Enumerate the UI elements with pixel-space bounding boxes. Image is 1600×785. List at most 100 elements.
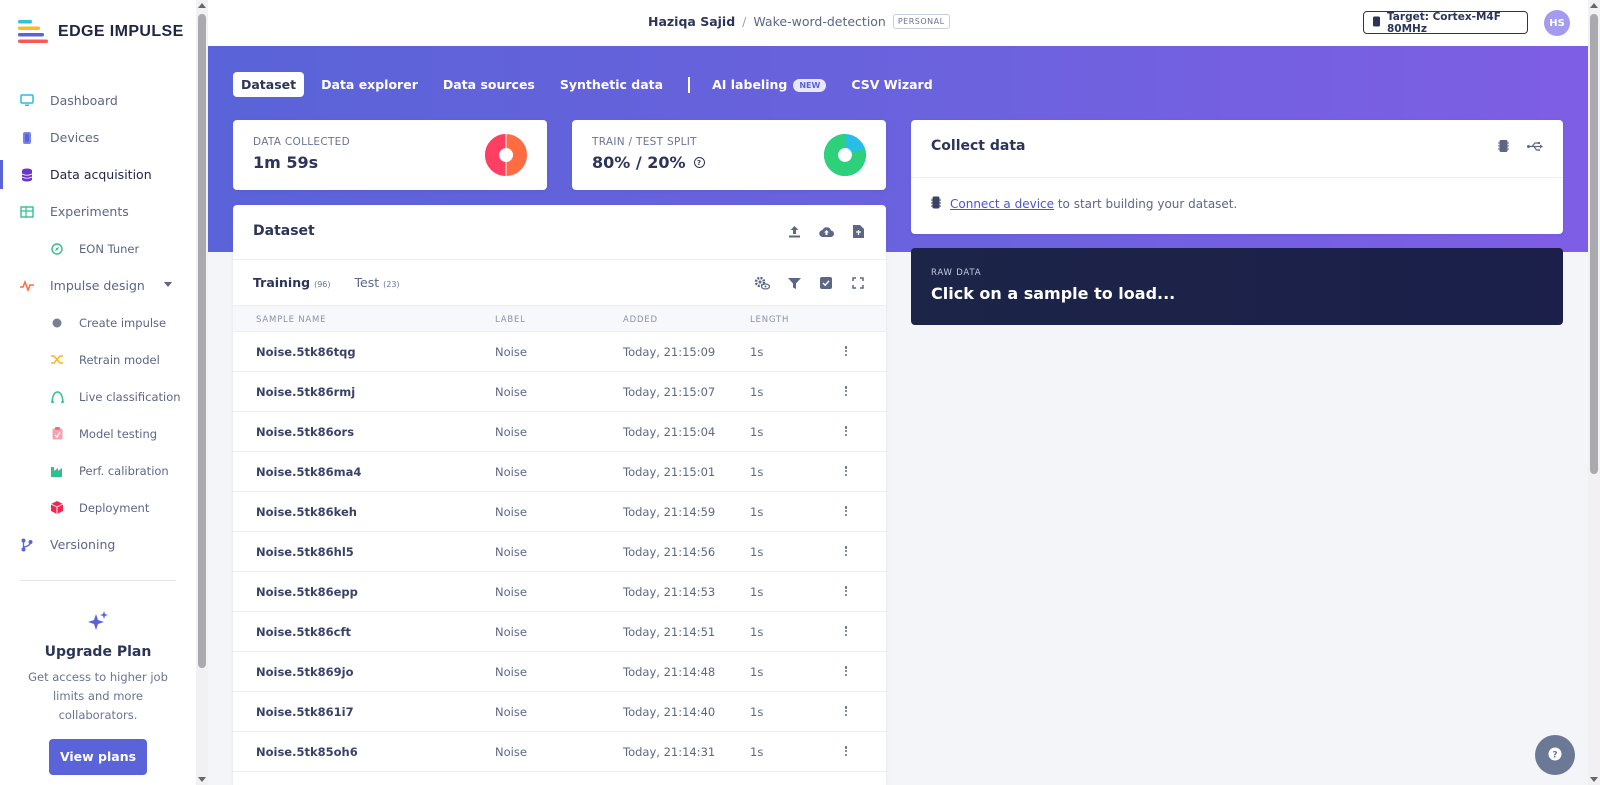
kebab-menu-icon[interactable] bbox=[841, 384, 851, 398]
tab-test[interactable]: Test (23) bbox=[355, 275, 400, 290]
table-row[interactable]: Noise.5tk86keh Noise Today, 21:14:59 1s bbox=[233, 492, 886, 532]
table-row[interactable]: Noise.5tk86cft Noise Today, 21:14:51 1s bbox=[233, 612, 886, 652]
chip-icon[interactable] bbox=[1495, 138, 1511, 154]
sidebar-item-devices[interactable]: Devices bbox=[0, 119, 196, 156]
sidebar-item-impulse-design[interactable]: Impulse design bbox=[0, 267, 196, 304]
dataset-tools bbox=[754, 275, 866, 291]
target-device-button[interactable]: Target: Cortex-M4F 80MHz bbox=[1363, 11, 1528, 35]
column-label[interactable]: LABEL bbox=[495, 315, 526, 325]
tab-data-explorer[interactable]: Data explorer bbox=[313, 72, 426, 97]
column-sample-name[interactable]: SAMPLE NAME bbox=[256, 315, 326, 325]
tab-data-sources[interactable]: Data sources bbox=[435, 72, 543, 97]
tab-ai-labeling[interactable]: AI labeling NEW bbox=[704, 72, 834, 97]
sample-name[interactable]: Noise.5tk86cft bbox=[256, 625, 351, 639]
sidebar-item-retrain-model[interactable]: Retrain model bbox=[0, 341, 196, 378]
main-scrollbar[interactable] bbox=[1588, 0, 1600, 785]
connect-device-link[interactable]: Connect a device bbox=[950, 197, 1054, 211]
personal-badge: PERSONAL bbox=[892, 14, 950, 29]
tab-label: Test bbox=[354, 275, 380, 290]
sidebar-item-label: Retrain model bbox=[79, 352, 160, 367]
sample-added: Today, 21:14:51 bbox=[623, 625, 716, 639]
kebab-menu-icon[interactable] bbox=[841, 424, 851, 438]
tab-training[interactable]: Training (96) bbox=[253, 275, 331, 290]
sidebar-item-perf-calibration[interactable]: Perf. calibration bbox=[0, 452, 196, 489]
tab-synthetic-data[interactable]: Synthetic data bbox=[552, 72, 671, 97]
raw-data-title: Click on a sample to load... bbox=[931, 284, 1176, 303]
filter-icon[interactable] bbox=[786, 275, 802, 291]
kebab-menu-icon[interactable] bbox=[841, 664, 851, 678]
sidebar-nav: Dashboard Devices Data acquisition Exper… bbox=[0, 82, 196, 563]
sample-length: 1s bbox=[750, 345, 764, 359]
sidebar-item-live-classification[interactable]: Live classification bbox=[0, 378, 196, 415]
kebab-menu-icon[interactable] bbox=[841, 744, 851, 758]
table-row[interactable]: Noise.5tk861i7 Noise Today, 21:14:40 1s bbox=[233, 692, 886, 732]
sample-name[interactable]: Noise.5tk861i7 bbox=[256, 705, 354, 719]
sidebar-item-experiments[interactable]: Experiments bbox=[0, 193, 196, 230]
sidebar-item-create-impulse[interactable]: Create impulse bbox=[0, 304, 196, 341]
table-row[interactable]: Noise.5tk85oh6 Noise Today, 21:14:31 1s bbox=[233, 732, 886, 772]
help-button[interactable]: ? bbox=[1535, 735, 1575, 775]
training-count: (96) bbox=[314, 280, 331, 289]
sample-name[interactable]: Noise.5tk869jo bbox=[256, 665, 353, 679]
file-export-icon[interactable] bbox=[850, 223, 866, 239]
avatar[interactable]: HS bbox=[1544, 10, 1570, 36]
table-row[interactable]: Noise.5tk86ma4 Noise Today, 21:15:01 1s bbox=[233, 452, 886, 492]
usb-icon[interactable] bbox=[1527, 138, 1543, 154]
train-test-split-donut bbox=[824, 134, 866, 176]
sidebar-item-label: EON Tuner bbox=[79, 241, 140, 256]
kebab-menu-icon[interactable] bbox=[841, 344, 851, 358]
cloud-upload-icon[interactable] bbox=[818, 223, 834, 239]
sidebar-item-versioning[interactable]: Versioning bbox=[0, 526, 196, 563]
settings-eye-icon[interactable] bbox=[754, 275, 770, 291]
table-row[interactable]: Noise.5tk86epp Noise Today, 21:14:53 1s bbox=[233, 572, 886, 612]
breadcrumb-project[interactable]: Wake-word-detection bbox=[753, 14, 885, 29]
sample-name[interactable]: Noise.5tk86ors bbox=[256, 425, 354, 439]
brand-logo[interactable]: EDGE IMPULSE bbox=[18, 20, 184, 44]
table-row[interactable]: Noise.5tk86ors Noise Today, 21:15:04 1s bbox=[233, 412, 886, 452]
sample-name[interactable]: Noise.5tk86ma4 bbox=[256, 465, 361, 479]
table-row[interactable]: Noise.5tk86rmj Noise Today, 21:15:07 1s bbox=[233, 372, 886, 412]
sample-name[interactable]: Noise.5tk86keh bbox=[256, 505, 357, 519]
table-row[interactable]: Noise.5tk86hl5 Noise Today, 21:14:56 1s bbox=[233, 532, 886, 572]
help-icon[interactable]: ? bbox=[693, 157, 705, 168]
scrollbar-thumb[interactable] bbox=[1590, 14, 1598, 474]
expand-icon[interactable] bbox=[850, 275, 866, 291]
sample-added: Today, 21:14:48 bbox=[623, 665, 716, 679]
sample-name[interactable]: Noise.5tk85oh6 bbox=[256, 745, 358, 759]
tab-csv-wizard[interactable]: CSV Wizard bbox=[843, 72, 940, 97]
sidebar-item-dashboard[interactable]: Dashboard bbox=[0, 82, 196, 119]
sidebar-item-eon-tuner[interactable]: EON Tuner bbox=[0, 230, 196, 267]
column-length[interactable]: LENGTH bbox=[750, 315, 789, 325]
kebab-menu-icon[interactable] bbox=[841, 584, 851, 598]
sidebar-item-data-acquisition[interactable]: Data acquisition bbox=[0, 156, 196, 193]
table-row[interactable]: Noise.5tk869jo Noise Today, 21:14:48 1s bbox=[233, 652, 886, 692]
sample-length: 1s bbox=[750, 425, 764, 439]
tab-dataset[interactable]: Dataset bbox=[233, 72, 305, 97]
sample-name[interactable]: Noise.5tk86rmj bbox=[256, 385, 355, 399]
sample-label: Noise bbox=[495, 665, 527, 679]
checkbox-select-icon[interactable] bbox=[818, 275, 834, 291]
sample-added: Today, 21:15:01 bbox=[623, 465, 716, 479]
chevron-down-icon[interactable] bbox=[164, 282, 172, 287]
sample-name[interactable]: Noise.5tk86epp bbox=[256, 585, 358, 599]
scroll-up-arrow-icon[interactable] bbox=[198, 3, 206, 8]
scroll-down-arrow-icon[interactable] bbox=[1590, 777, 1598, 782]
sidebar-item-deployment[interactable]: Deployment bbox=[0, 489, 196, 526]
sidebar-scrollbar[interactable] bbox=[196, 0, 208, 785]
scroll-down-arrow-icon[interactable] bbox=[198, 777, 206, 782]
breadcrumb-user[interactable]: Haziqa Sajid bbox=[648, 14, 735, 29]
scroll-up-arrow-icon[interactable] bbox=[1590, 3, 1598, 8]
upload-icon[interactable] bbox=[786, 223, 802, 239]
scrollbar-thumb[interactable] bbox=[198, 14, 206, 668]
kebab-menu-icon[interactable] bbox=[841, 624, 851, 638]
column-added[interactable]: ADDED bbox=[623, 315, 658, 325]
view-plans-button[interactable]: View plans bbox=[49, 739, 147, 775]
table-row[interactable]: Noise.5tk86tqg Noise Today, 21:15:09 1s bbox=[233, 332, 886, 372]
sample-name[interactable]: Noise.5tk86hl5 bbox=[256, 545, 354, 559]
sidebar-item-model-testing[interactable]: Model testing bbox=[0, 415, 196, 452]
kebab-menu-icon[interactable] bbox=[841, 504, 851, 518]
kebab-menu-icon[interactable] bbox=[841, 544, 851, 558]
kebab-menu-icon[interactable] bbox=[841, 704, 851, 718]
sample-name[interactable]: Noise.5tk86tqg bbox=[256, 345, 356, 359]
kebab-menu-icon[interactable] bbox=[841, 464, 851, 478]
